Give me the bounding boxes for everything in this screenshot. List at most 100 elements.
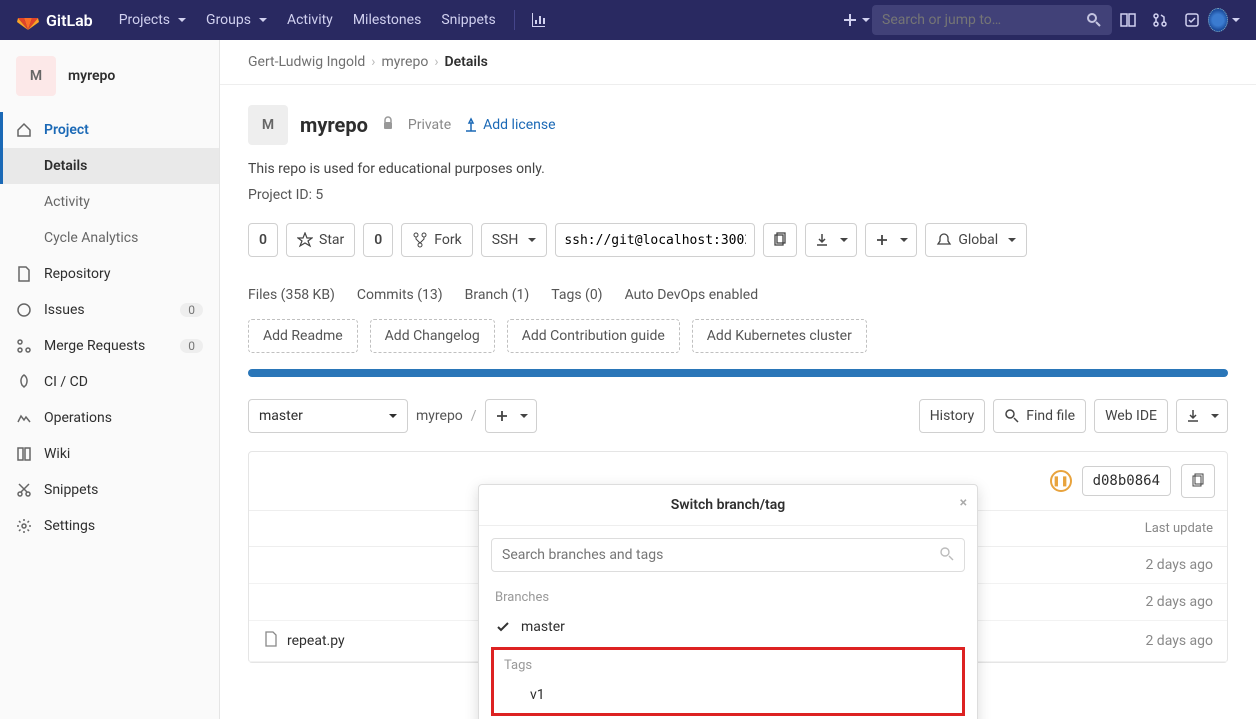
nav-groups[interactable]: Groups xyxy=(196,4,277,36)
mr-count-badge: 0 xyxy=(180,339,203,353)
commit-sha[interactable]: d08b0864 xyxy=(1082,466,1171,496)
stat-tags[interactable]: Tags (0) xyxy=(551,287,602,303)
copy-url-button[interactable] xyxy=(763,223,797,257)
sidebar-project-name: myrepo xyxy=(68,68,115,84)
doc-icon xyxy=(16,266,32,282)
download-icon xyxy=(1185,408,1201,424)
chart-icon[interactable] xyxy=(523,12,555,28)
file-date: 2 days ago xyxy=(1093,633,1213,649)
mr-icon[interactable] xyxy=(1144,12,1176,28)
plus-menu[interactable] xyxy=(840,12,872,28)
star-count[interactable]: 0 xyxy=(248,223,278,257)
license-icon xyxy=(463,117,479,133)
main-content: Gert-Ludwig Ingold › myrepo › Details M … xyxy=(220,40,1256,719)
global-search[interactable] xyxy=(872,5,1112,35)
branch-search-input[interactable] xyxy=(491,538,965,572)
history-button[interactable]: History xyxy=(919,399,986,433)
add-readme-button[interactable]: Add Readme xyxy=(248,319,358,353)
sidebar-item-operations[interactable]: Operations xyxy=(0,400,219,436)
stat-files[interactable]: Files (358 KB) xyxy=(248,287,335,303)
plus-icon xyxy=(494,408,510,424)
sidebar-sub-activity[interactable]: Activity xyxy=(0,184,219,220)
search-input[interactable] xyxy=(882,12,1086,28)
sidebar-sub-cycle[interactable]: Cycle Analytics xyxy=(0,220,219,256)
stat-branch[interactable]: Branch (1) xyxy=(465,287,530,303)
fork-button[interactable]: Fork xyxy=(401,223,472,257)
crumb-current: Details xyxy=(445,54,488,70)
search-icon xyxy=(1004,408,1020,424)
sidebar-item-project[interactable]: Project xyxy=(0,112,219,148)
stat-commits[interactable]: Commits (13) xyxy=(357,287,443,303)
user-menu[interactable] xyxy=(1208,8,1240,32)
sidebar-item-label: Project xyxy=(44,122,89,138)
sidebar-item-issues[interactable]: Issues 0 xyxy=(0,292,219,328)
close-icon[interactable]: × xyxy=(960,495,967,511)
findfile-label: Find file xyxy=(1026,408,1075,424)
path-crumb[interactable]: myrepo xyxy=(416,408,463,424)
brand[interactable]: GitLab xyxy=(16,8,93,32)
findfile-button[interactable]: Find file xyxy=(993,399,1086,433)
project-header: M myrepo Private Add license xyxy=(248,105,1228,145)
file-icon xyxy=(263,631,279,651)
page-title: myrepo xyxy=(300,113,368,137)
todos-icon[interactable] xyxy=(1176,12,1208,28)
sidebar-item-settings[interactable]: Settings xyxy=(0,508,219,544)
nav-projects[interactable]: Projects xyxy=(109,4,196,36)
left-sidebar: M myrepo Project Details Activity Cycle … xyxy=(0,40,220,719)
download-dropdown[interactable] xyxy=(805,223,857,257)
new-file-dropdown[interactable] xyxy=(485,399,537,433)
nav-milestones[interactable]: Milestones xyxy=(343,4,432,36)
sidebar-project-header[interactable]: M myrepo xyxy=(0,40,219,112)
visibility-label: Private xyxy=(408,117,451,133)
download-dropdown2[interactable] xyxy=(1176,399,1228,433)
sidebar-item-repository[interactable]: Repository xyxy=(0,256,219,292)
search-icon xyxy=(939,546,955,566)
crumb-sep: › xyxy=(434,54,438,70)
branches-header: Branches xyxy=(495,590,961,605)
add-contrib-button[interactable]: Add Contribution guide xyxy=(507,319,680,353)
download-icon xyxy=(814,232,830,248)
fork-count-value: 0 xyxy=(374,232,382,248)
plus-dropdown[interactable] xyxy=(865,223,917,257)
clone-url-input[interactable] xyxy=(555,223,755,257)
star-button[interactable]: Star xyxy=(286,223,355,257)
webide-button[interactable]: Web IDE xyxy=(1094,399,1168,433)
branch-tag-dropdown: Switch branch/tag × Branches master Tags xyxy=(478,484,978,719)
crumb-repo[interactable]: myrepo xyxy=(382,54,429,70)
branch-item-master[interactable]: master xyxy=(491,611,965,643)
rocket-icon xyxy=(16,374,32,390)
ssh-dropdown[interactable]: SSH xyxy=(481,223,548,257)
add-license-text: Add license xyxy=(483,117,555,133)
user-avatar xyxy=(1208,8,1228,32)
brand-text: GitLab xyxy=(46,11,93,30)
chevron-down-icon xyxy=(385,408,397,424)
add-kube-button[interactable]: Add Kubernetes cluster xyxy=(692,319,867,353)
sidebar-item-cicd[interactable]: CI / CD xyxy=(0,364,219,400)
add-changelog-button[interactable]: Add Changelog xyxy=(370,319,495,353)
crumb-owner[interactable]: Gert-Ludwig Ingold xyxy=(248,54,365,70)
fork-count[interactable]: 0 xyxy=(363,223,393,257)
file-date: 2 days ago xyxy=(1093,594,1213,610)
stat-autodevops[interactable]: Auto DevOps enabled xyxy=(625,287,759,303)
issues-icon[interactable] xyxy=(1112,12,1144,28)
sidebar-item-label: CI / CD xyxy=(44,374,88,390)
file-name: repeat.py xyxy=(287,633,345,649)
check-icon xyxy=(495,619,511,635)
sidebar-item-snippets[interactable]: Snippets xyxy=(0,472,219,508)
gitlab-logo-icon xyxy=(16,8,40,32)
sidebar-item-mr[interactable]: Merge Requests 0 xyxy=(0,328,219,364)
tag-item-v1[interactable]: v1 xyxy=(500,679,956,711)
pipeline-status-icon[interactable]: ❚❚ xyxy=(1050,470,1072,492)
nav-activity[interactable]: Activity xyxy=(277,4,343,36)
notification-button[interactable]: Global xyxy=(925,223,1027,257)
copy-sha-button[interactable] xyxy=(1181,464,1215,498)
copy-icon xyxy=(1190,473,1206,489)
nav-snippets[interactable]: Snippets xyxy=(431,4,505,36)
lock-icon xyxy=(380,115,396,135)
sidebar-item-wiki[interactable]: Wiki xyxy=(0,436,219,472)
add-license-link[interactable]: Add license xyxy=(463,117,555,133)
branch-selector[interactable]: master xyxy=(248,399,408,433)
sidebar-item-label: Wiki xyxy=(44,446,70,462)
sidebar-sub-details[interactable]: Details xyxy=(0,148,219,184)
scissors-icon xyxy=(16,482,32,498)
